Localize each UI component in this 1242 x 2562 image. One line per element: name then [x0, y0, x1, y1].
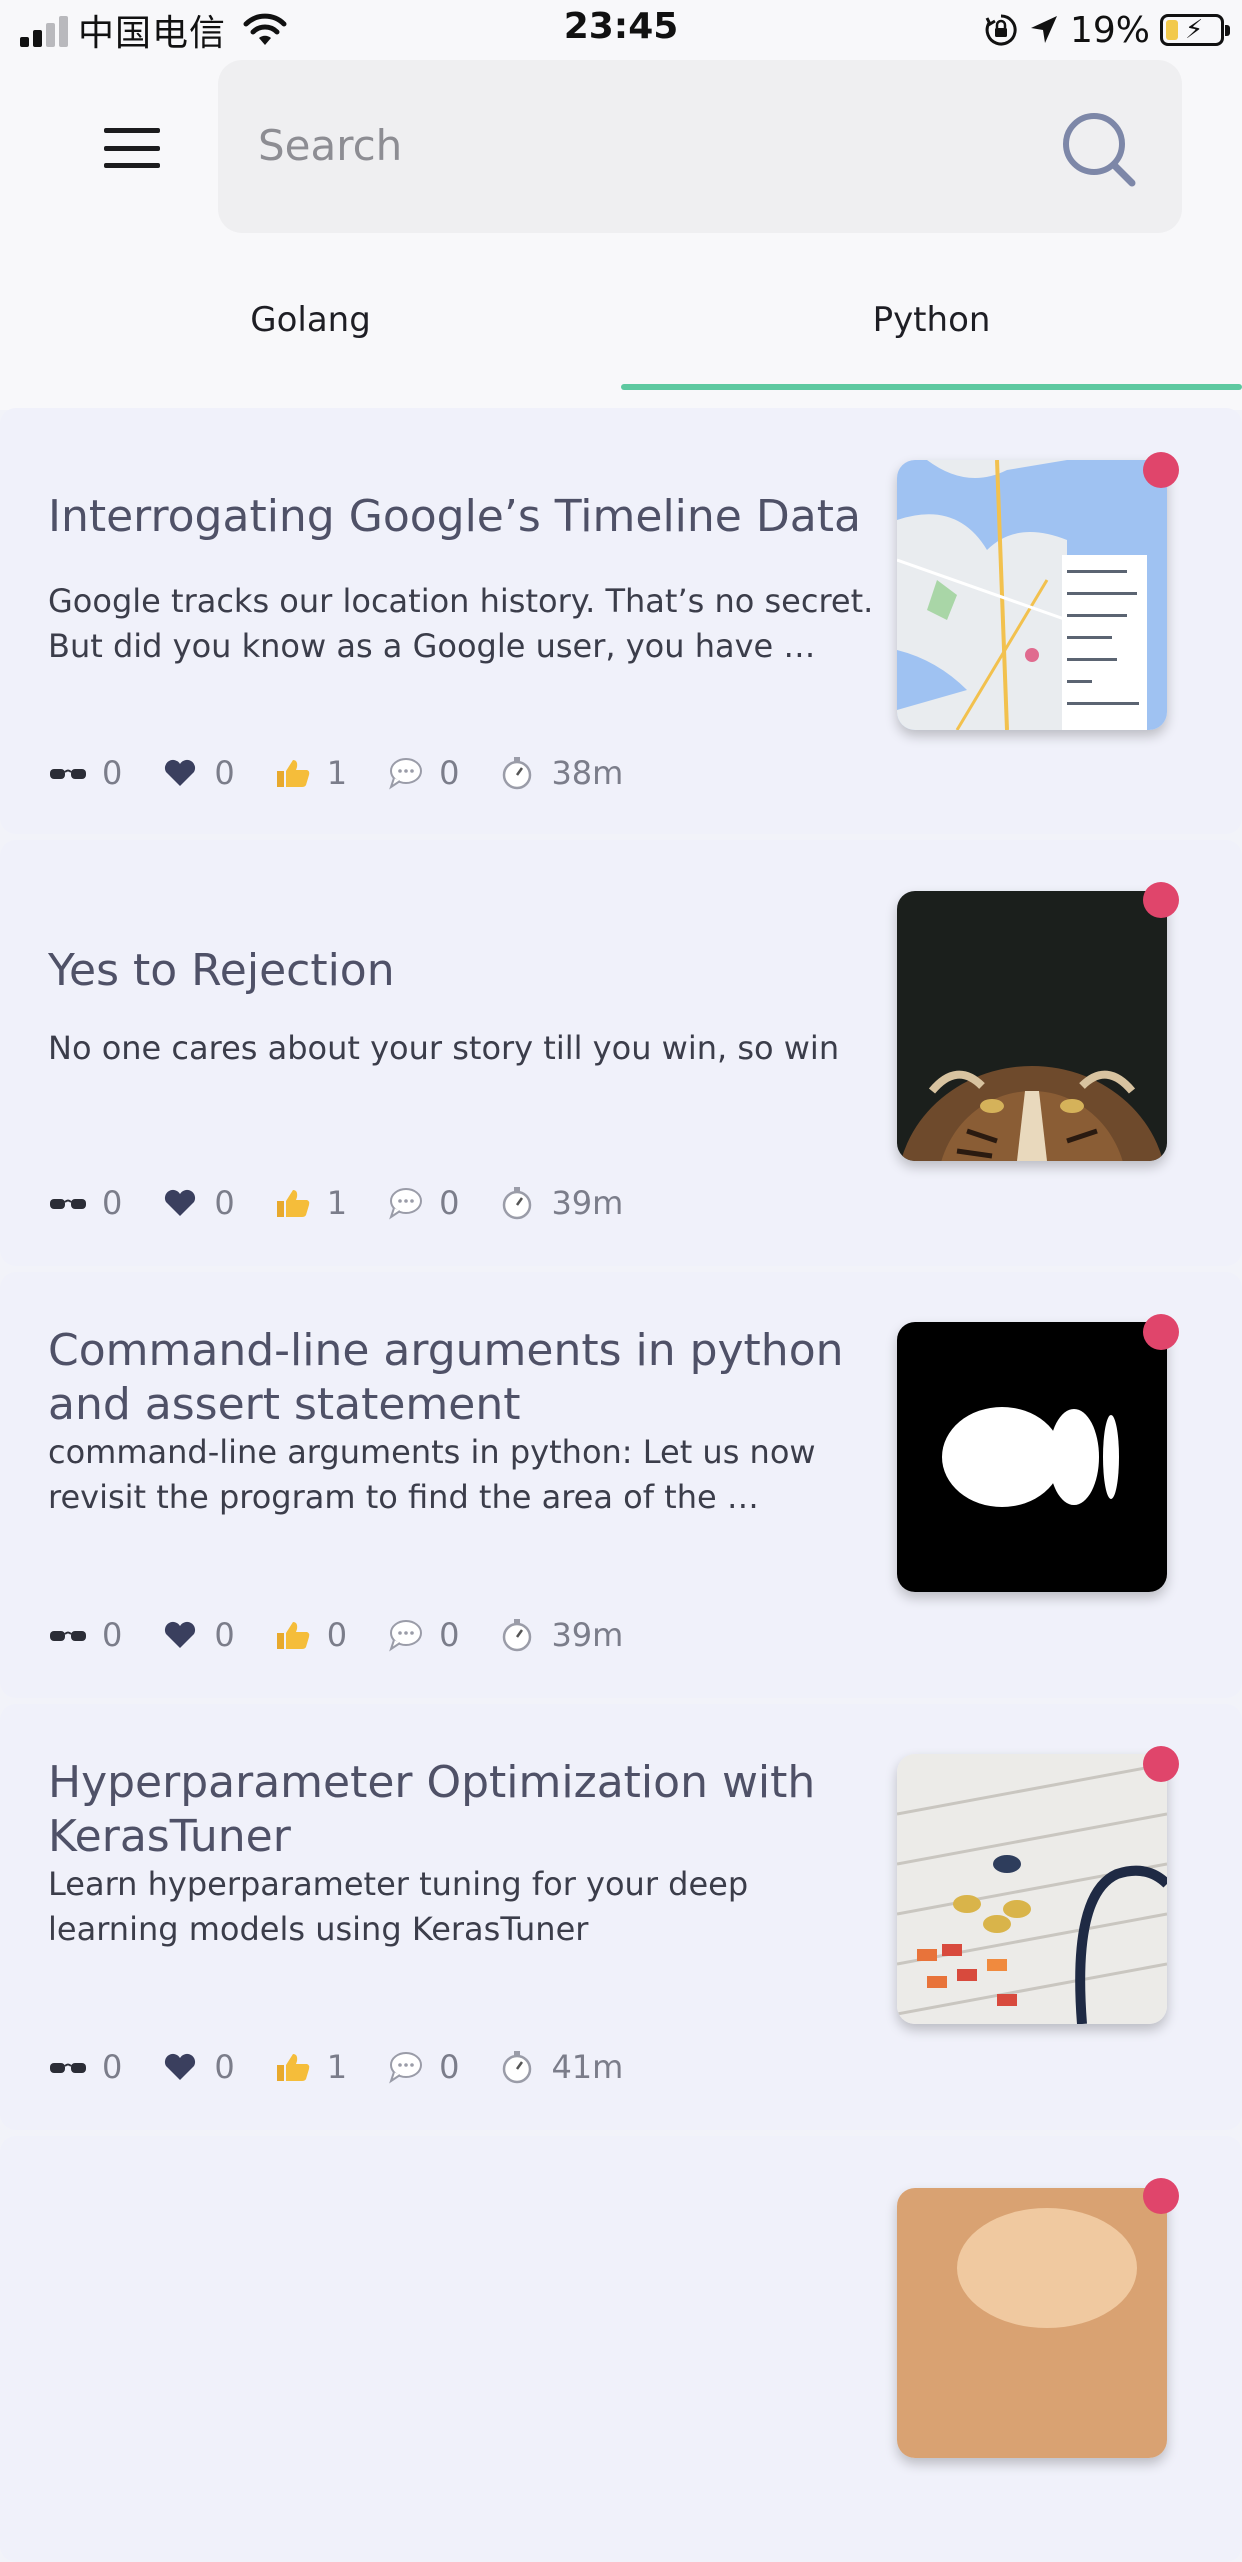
reads-count: 0 — [102, 754, 123, 792]
unread-badge — [1143, 882, 1179, 918]
search-bar[interactable] — [218, 60, 1182, 233]
article-title: Hyperparameter Optimization with KerasTu… — [48, 1757, 816, 1862]
comments-count: 0 — [439, 1184, 460, 1222]
article-card[interactable]: Yes to Rejection No one cares about your… — [0, 840, 1242, 1266]
search-input[interactable] — [256, 110, 1036, 180]
glasses-icon — [50, 1631, 86, 1641]
likes-count: 0 — [214, 754, 235, 792]
read-time: 39m — [551, 1184, 624, 1222]
article-card[interactable]: Hyperparameter Optimization with KerasTu… — [0, 1704, 1242, 2130]
article-description: Google tracks our location history. That… — [48, 582, 874, 665]
comments-count: 0 — [439, 754, 460, 792]
mixer-thumbnail[interactable] — [897, 1754, 1167, 2024]
thumbs-up-icon[interactable] — [273, 1185, 313, 1221]
article-card[interactable]: Interrogating Google’s Timeline Data Goo… — [0, 408, 1242, 834]
likes-count: 0 — [214, 2048, 235, 2086]
search-icon[interactable] — [1058, 108, 1142, 192]
stopwatch-icon — [503, 757, 532, 790]
comments-count: 0 — [439, 2048, 460, 2086]
heart-icon[interactable] — [160, 1617, 200, 1653]
claps-count: 0 — [326, 1616, 348, 1654]
glasses-icon — [50, 769, 86, 779]
unread-badge — [1143, 2178, 1179, 2214]
comment-icon[interactable] — [385, 755, 425, 791]
claps-count: 1 — [326, 754, 348, 792]
stopwatch-icon — [503, 2051, 532, 2084]
reads-count: 0 — [102, 2048, 123, 2086]
read-time: 38m — [551, 754, 624, 792]
article-stats: 0 0 0 0 39m — [48, 1610, 661, 1660]
glasses-icon — [50, 1199, 86, 1209]
stopwatch-icon — [503, 1187, 532, 1220]
thumbs-up-icon[interactable] — [273, 1617, 313, 1653]
comment-icon[interactable] — [385, 2049, 425, 2085]
app-header: Golang Python — [0, 60, 1242, 410]
article-stats: 0 0 1 0 38m — [48, 748, 661, 798]
claps-count: 1 — [326, 2048, 348, 2086]
read-time: 41m — [551, 2048, 624, 2086]
battery-percent: 19% — [1069, 9, 1150, 51]
heart-icon[interactable] — [160, 2049, 200, 2085]
article-description: No one cares about your story till you w… — [48, 1029, 840, 1067]
location-arrow-icon — [1030, 16, 1057, 43]
comments-count: 0 — [439, 1616, 460, 1654]
unread-badge — [1143, 1746, 1179, 1782]
article-description: Learn hyperparameter tuning for your dee… — [48, 1865, 749, 1948]
tiger-thumbnail[interactable] — [897, 891, 1167, 1161]
article-title: Yes to Rejection — [48, 945, 395, 996]
tab-golang[interactable]: Golang — [0, 290, 621, 408]
heart-icon[interactable] — [160, 1185, 200, 1221]
article-title: Interrogating Google’s Timeline Data — [48, 491, 861, 542]
article-thumbnail[interactable] — [897, 2188, 1167, 2458]
medium-logo-thumbnail[interactable] — [897, 1322, 1167, 1592]
reads-count: 0 — [102, 1184, 123, 1222]
reads-count: 0 — [102, 1616, 123, 1654]
glasses-icon — [50, 2063, 86, 2073]
comment-icon[interactable] — [385, 1185, 425, 1221]
read-time: 39m — [551, 1616, 624, 1654]
unread-badge — [1143, 1314, 1179, 1350]
orientation-lock-icon — [985, 14, 1017, 46]
menu-icon[interactable] — [104, 128, 160, 168]
claps-count: 1 — [326, 1184, 348, 1222]
stopwatch-icon — [503, 1619, 532, 1652]
heart-icon[interactable] — [160, 755, 200, 791]
thumbs-up-icon[interactable] — [273, 2049, 313, 2085]
article-card[interactable]: Command-line arguments in python and ass… — [0, 1272, 1242, 1698]
article-stats: 0 0 1 0 39m — [48, 1178, 661, 1228]
likes-count: 0 — [214, 1184, 235, 1222]
article-card[interactable] — [0, 2136, 1242, 2562]
battery-icon: ⚡ — [1160, 14, 1230, 46]
status-bar: 中国电信 23:45 19% ⚡ — [0, 0, 1242, 60]
article-description: command-line arguments in python: Let us… — [48, 1433, 816, 1516]
likes-count: 0 — [214, 1616, 235, 1654]
unread-badge — [1143, 452, 1179, 488]
article-stats: 0 0 1 0 41m — [48, 2042, 661, 2092]
thumbs-up-icon[interactable] — [273, 755, 313, 791]
tab-python[interactable]: Python — [621, 290, 1242, 408]
category-tabs: Golang Python — [0, 290, 1242, 420]
selected-tab-indicator — [621, 384, 1242, 390]
article-title: Command-line arguments in python and ass… — [48, 1325, 844, 1430]
comment-icon[interactable] — [385, 1617, 425, 1653]
map-thumbnail[interactable] — [897, 460, 1167, 730]
